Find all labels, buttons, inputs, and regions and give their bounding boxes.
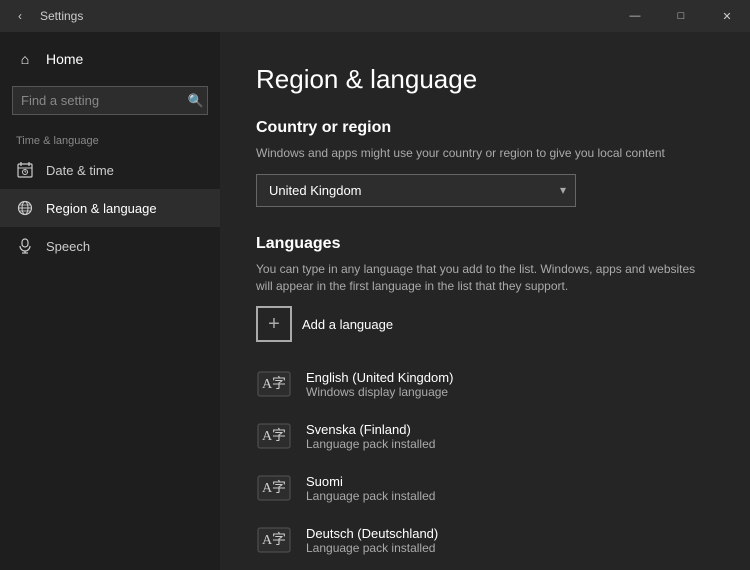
titlebar: ‹ Settings — □ ✕ [0,0,750,32]
language-icon-2: A字 [256,470,292,506]
language-info-3: Deutsch (Deutschland) Language pack inst… [306,526,438,555]
list-item[interactable]: A字 Svenska (Finland) Language pack insta… [256,410,714,462]
sidebar-item-speech-label: Speech [46,239,90,254]
sidebar-item-region-label: Region & language [46,201,157,216]
language-info-2: Suomi Language pack installed [306,474,435,503]
languages-section: Languages You can type in any language t… [256,235,714,567]
titlebar-left: ‹ Settings [8,4,83,28]
minimize-button[interactable]: — [612,0,658,32]
sidebar-home-label: Home [46,51,83,67]
svg-text:A字: A字 [262,480,286,496]
home-icon: ⌂ [16,50,34,68]
sidebar-item-datetime-label: Date & time [46,163,114,178]
language-status-0: Windows display language [306,385,453,399]
add-icon: + [256,306,292,342]
maximize-button[interactable]: □ [658,0,704,32]
svg-text:A字: A字 [262,428,286,444]
language-name-2: Suomi [306,474,435,489]
sidebar-item-datetime[interactable]: Date & time [0,151,220,189]
page-title: Region & language [256,64,714,95]
list-item[interactable]: A字 Deutsch (Deutschland) Language pack i… [256,514,714,566]
language-status-2: Language pack installed [306,489,435,503]
language-status-3: Language pack installed [306,541,438,555]
language-name-1: Svenska (Finland) [306,422,435,437]
country-dropdown[interactable]: United Kingdom United States Australia C… [256,174,576,207]
languages-section-desc: You can type in any language that you ad… [256,261,714,295]
language-name-3: Deutsch (Deutschland) [306,526,438,541]
country-section-title: Country or region [256,119,714,137]
sidebar-item-region[interactable]: Region & language [0,189,220,227]
add-language-label: Add a language [302,317,393,332]
add-language-button[interactable]: + Add a language [256,306,714,342]
language-icon-1: A字 [256,418,292,454]
content-area: Region & language Country or region Wind… [220,32,750,570]
language-info-0: English (United Kingdom) Windows display… [306,370,453,399]
languages-section-title: Languages [256,235,714,253]
list-item[interactable]: A字 English (United Kingdom) Windows disp… [256,358,714,410]
back-button[interactable]: ‹ [8,4,32,28]
language-status-1: Language pack installed [306,437,435,451]
list-item[interactable]: A字 Suomi Language pack installed [256,462,714,514]
sidebar-section-label: Time & language [0,123,220,151]
titlebar-title: Settings [40,9,83,23]
speech-icon [16,237,34,255]
language-info-1: Svenska (Finland) Language pack installe… [306,422,435,451]
sidebar: ⌂ Home 🔍 Time & language Date & time [0,32,220,570]
region-icon [16,199,34,217]
language-name-0: English (United Kingdom) [306,370,453,385]
svg-text:A字: A字 [262,376,286,392]
sidebar-home-button[interactable]: ⌂ Home [0,40,220,78]
svg-text:A字: A字 [262,532,286,548]
language-icon-3: A字 [256,522,292,558]
datetime-icon [16,161,34,179]
search-input[interactable] [12,86,208,115]
titlebar-controls: — □ ✕ [612,0,750,32]
search-icon: 🔍 [188,93,204,109]
language-icon-0: A字 [256,366,292,402]
sidebar-item-speech[interactable]: Speech [0,227,220,265]
country-section-desc: Windows and apps might use your country … [256,145,714,162]
country-dropdown-wrapper: United Kingdom United States Australia C… [256,174,576,207]
main-layout: ⌂ Home 🔍 Time & language Date & time [0,32,750,570]
close-button[interactable]: ✕ [704,0,750,32]
search-box: 🔍 [12,86,208,115]
